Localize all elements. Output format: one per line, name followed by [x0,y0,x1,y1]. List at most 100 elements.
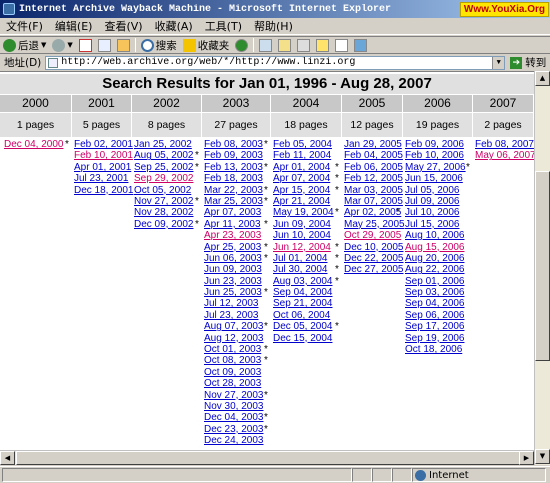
snapshot-link[interactable]: Apr 02, 2005 [344,207,401,218]
snapshot-link[interactable]: Feb 02, 2001 [74,139,133,150]
snapshot-link[interactable]: Sep 06, 2006 [405,310,465,321]
snapshot-link[interactable]: Jun 23, 2003 [204,276,262,287]
snapshot-link[interactable]: May 25, 2005 [344,219,405,230]
snapshot-link[interactable]: Aug 22, 2006 [405,264,465,275]
snapshot-link[interactable]: Feb 12, 2005 [344,173,403,184]
menu-view[interactable]: 查看(V) [98,18,148,34]
snapshot-link[interactable]: Sep 03, 2006 [405,287,465,298]
horizontal-scrollbar[interactable]: ◀ ▶ [0,450,534,465]
snapshot-link[interactable]: Mar 25, 2003 [204,196,263,207]
snapshot-link[interactable]: Sep 04, 2006 [405,298,465,309]
snapshot-link[interactable]: Feb 18, 2003 [204,173,263,184]
snapshot-link[interactable]: Mar 07, 2005 [344,196,403,207]
snapshot-link[interactable]: Dec 10, 2005 [344,242,404,253]
snapshot-link[interactable]: Apr 25, 2003 [204,242,261,253]
vertical-scrollbar[interactable]: ▲ ▼ [534,71,550,465]
snapshot-link[interactable]: Dec 27, 2005 [344,264,404,275]
snapshot-link[interactable]: Apr 11, 2003 [204,219,261,230]
snapshot-link[interactable]: Aug 07, 2003 [204,321,264,332]
snapshot-link[interactable]: Jul 23, 2001 [74,173,129,184]
snapshot-link[interactable]: Apr 07, 2004 [273,173,330,184]
snapshot-link[interactable]: Oct 06, 2004 [273,310,330,321]
snapshot-link[interactable]: Dec 04, 2000 [4,139,64,150]
snapshot-link[interactable]: Oct 28, 2003 [204,378,261,389]
menu-help[interactable]: 帮助(H) [248,18,299,34]
edit-icon[interactable] [335,38,349,52]
snapshot-link[interactable]: Feb 06, 2005 [344,162,403,173]
snapshot-link[interactable]: Jun 12, 2004 [273,242,331,253]
snapshot-link[interactable]: Aug 10, 2006 [405,230,465,241]
snapshot-link[interactable]: Oct 29, 2005 [344,230,401,241]
snapshot-link[interactable]: Feb 09, 2003 [204,150,263,161]
snapshot-link[interactable]: Oct 08, 2003 [204,355,261,366]
snapshot-link[interactable]: Oct 18, 2006 [405,344,462,355]
snapshot-link[interactable]: Jun 09, 2004 [273,219,331,230]
snapshot-link[interactable]: Mar 03, 2005 [344,185,403,196]
print-icon[interactable] [297,38,311,52]
snapshot-link[interactable]: Feb 10, 2006 [405,150,464,161]
snapshot-link[interactable]: Sep 25, 2002 [134,162,194,173]
snapshot-link[interactable]: Dec 09, 2002 [134,219,194,230]
snapshot-link[interactable]: Nov 30, 2003 [204,401,264,412]
snapshot-link[interactable]: Feb 09, 2006 [405,139,464,150]
snapshot-link[interactable]: Oct 09, 2003 [204,367,261,378]
snapshot-link[interactable]: Jun 06, 2003 [204,253,262,264]
snapshot-link[interactable]: Jul 09, 2006 [405,196,460,207]
favorites-button[interactable]: 收藏夹 [180,38,233,53]
snapshot-link[interactable]: Dec 04, 2003 [204,412,264,423]
menu-edit[interactable]: 编辑(E) [49,18,99,34]
snapshot-link[interactable]: Feb 08, 2003 [204,139,263,150]
snapshot-link[interactable]: Aug 03, 2004 [273,276,333,287]
snapshot-link[interactable]: Nov 28, 2002 [134,207,194,218]
snapshot-link[interactable]: Sep 01, 2006 [405,276,465,287]
address-url[interactable]: http://web.archive.org/web/*/http://www.… [61,57,492,68]
scroll-right-icon[interactable]: ▶ [519,451,534,465]
snapshot-link[interactable]: Dec 22, 2005 [344,253,404,264]
chevron-down-icon[interactable]: ▼ [492,56,505,69]
snapshot-link[interactable]: Sep 04, 2004 [273,287,333,298]
snapshot-link[interactable]: Sep 21, 2004 [273,298,333,309]
hscroll-thumb[interactable] [16,451,521,465]
snapshot-link[interactable]: Oct 05, 2002 [134,185,191,196]
snapshot-link[interactable]: Jul 10, 2006 [405,207,460,218]
snapshot-link[interactable]: Mar 22, 2003 [204,185,263,196]
snapshot-link[interactable]: Dec 23, 2003 [204,424,264,435]
snapshot-link[interactable]: Feb 13, 2003 [204,162,263,173]
address-input[interactable]: http://web.archive.org/web/*/http://www.… [45,55,506,70]
snapshot-link[interactable]: Oct 01, 2003 [204,344,261,355]
media-icon[interactable] [235,38,249,52]
snapshot-link[interactable]: Dec 18, 2001 [74,185,134,196]
stop-icon[interactable] [78,38,92,52]
snapshot-link[interactable]: Aug 05, 2002 [134,150,194,161]
snapshot-link[interactable]: Apr 07, 2003 [204,207,261,218]
snapshot-link[interactable]: Dec 05, 2004 [273,321,333,332]
menu-favorites[interactable]: 收藏(A) [149,18,199,34]
snapshot-link[interactable]: Feb 08, 2007 [475,139,534,150]
snapshot-link[interactable]: Feb 10, 2001 [74,150,133,161]
snapshot-link[interactable]: Jan 29, 2005 [344,139,402,150]
snapshot-link[interactable]: May 27, 2006 [405,162,466,173]
history-icon[interactable] [259,38,273,52]
snapshot-link[interactable]: Aug 15, 2006 [405,242,465,253]
snapshot-link[interactable]: Feb 05, 2004 [273,139,332,150]
folder-icon[interactable] [316,38,330,52]
search-button[interactable]: 搜索 [138,38,180,53]
snapshot-link[interactable]: Jun 15, 2006 [405,173,463,184]
snapshot-link[interactable]: May 06, 2007 [475,150,534,161]
snapshot-link[interactable]: Sep 19, 2006 [405,333,465,344]
snapshot-link[interactable]: Jul 15, 2006 [405,219,460,230]
back-button[interactable]: 后退 ▼ [0,38,49,53]
snapshot-link[interactable]: Sep 17, 2006 [405,321,465,332]
snapshot-link[interactable]: Jun 25, 2003 [204,287,262,298]
home-icon[interactable] [116,38,130,52]
snapshot-link[interactable]: Jul 30, 2004 [273,264,328,275]
snapshot-link[interactable]: Sep 29, 2002 [134,173,194,184]
messenger-icon[interactable] [354,38,368,52]
snapshot-link[interactable]: Dec 24, 2003 [204,435,264,446]
scroll-up-icon[interactable]: ▲ [535,71,550,86]
menu-tools[interactable]: 工具(T) [199,18,248,34]
snapshot-link[interactable]: Apr 01, 2004 [273,162,330,173]
snapshot-link[interactable]: Aug 12, 2003 [204,333,264,344]
scroll-down-icon[interactable]: ▼ [535,449,550,464]
snapshot-link[interactable]: Jul 12, 2003 [204,298,259,309]
